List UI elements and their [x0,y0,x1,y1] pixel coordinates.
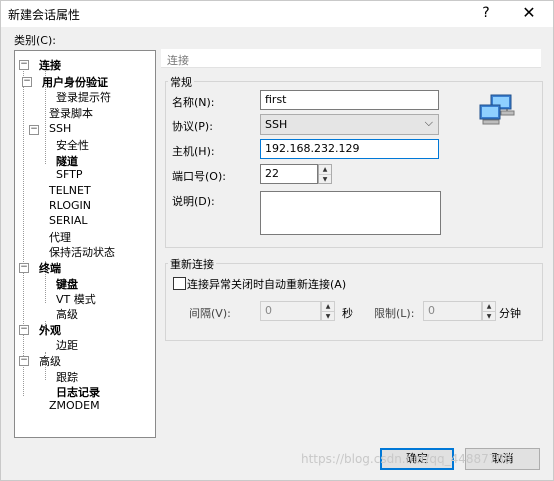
tree-item[interactable]: 日志记录 [56,384,100,400]
tree-item[interactable]: 高级 [56,306,78,322]
tree-item[interactable]: 登录提示符 [56,89,111,105]
tree-connector [23,63,24,396]
protocol-select[interactable]: SSH ⌵ [260,114,439,135]
tree-collapse-icon[interactable]: − [19,356,29,366]
window-title: 新建会话属性 [8,8,81,22]
tree-collapse-icon[interactable]: − [19,325,29,335]
section-header-title: 连接 [167,54,189,67]
limit-label: 限制(L): [374,307,415,320]
tree-item[interactable]: 边距 [56,337,78,353]
auto-reconnect-label[interactable]: 连接异常关闭时自动重新连接(A) [187,276,346,292]
minutes-label: 分钟 [499,307,521,320]
spin-down-icon[interactable]: ▼ [322,311,334,321]
tree-collapse-icon[interactable]: − [19,263,29,273]
section-header: 连接 [161,49,541,68]
reconnect-group-title: 重新连接 [168,256,216,272]
name-field[interactable]: first [260,90,439,110]
limit-field[interactable]: 0 [423,301,482,321]
tree-item[interactable]: 登录脚本 [49,105,93,121]
tree-item[interactable]: 代理 [49,229,71,245]
name-label: 名称(N): [172,96,215,109]
limit-spinner[interactable]: ▲ ▼ [482,301,496,321]
help-button[interactable]: ? [471,1,501,27]
spin-down-icon[interactable]: ▼ [319,174,331,184]
general-group-title: 常规 [168,74,194,90]
tree-item[interactable]: SERIAL [49,214,87,227]
tree-item[interactable]: TELNET [49,184,91,197]
spin-up-icon[interactable]: ▲ [322,302,334,311]
tree-item[interactable]: 安全性 [56,137,89,153]
interval-field[interactable]: 0 [260,301,321,321]
seconds-label: 秒 [342,307,353,320]
port-label: 端口号(O): [172,170,226,183]
network-computers-icon [479,94,515,125]
tree-item[interactable]: 终端 [39,260,61,276]
tree-item[interactable]: 隧道 [56,153,78,169]
tree-collapse-icon[interactable]: − [29,125,39,135]
dialog-window: 新建会话属性 ? ✕ 类别(C): − 连接 − 用户身份验证 登录提示符 登录脚本 − SS… [0,0,554,481]
tree-item[interactable]: 跟踪 [56,369,78,385]
category-label: 类别(C): [14,34,56,47]
close-button[interactable]: ✕ [506,1,552,27]
port-field[interactable]: 22 [260,164,318,184]
tree-item[interactable]: 键盘 [56,276,78,292]
spin-down-icon[interactable]: ▼ [483,311,495,321]
auto-reconnect-checkbox[interactable] [173,277,186,290]
interval-spinner[interactable]: ▲ ▼ [321,301,335,321]
tree-item[interactable]: 保持活动状态 [49,244,115,260]
tree-item[interactable]: RLOGIN [49,199,91,212]
protocol-value: SSH [265,118,288,131]
tree-item[interactable]: 高级 [39,353,61,369]
description-label: 说明(D): [172,195,215,208]
title-bar: 新建会话属性 ? ✕ [1,1,553,27]
description-field[interactable] [260,191,441,235]
tree-item[interactable]: SFTP [56,168,82,181]
tree-item[interactable]: 连接 [39,57,61,73]
chevron-down-icon: ⌵ [424,116,433,129]
protocol-label: 协议(P): [172,120,213,133]
tree-collapse-icon[interactable]: − [19,60,29,70]
tree-item[interactable]: SSH [49,122,71,135]
watermark: https://blog.csdn.net/qq_44887788 [301,452,512,466]
tree-item[interactable]: VT 模式 [56,291,96,307]
tree-item[interactable]: 用户身份验证 [42,74,108,90]
host-field[interactable]: 192.168.232.129 [260,139,439,159]
interval-label: 间隔(V): [189,307,231,320]
port-spinner[interactable]: ▲ ▼ [318,164,332,184]
spin-up-icon[interactable]: ▲ [319,165,331,174]
tree-item[interactable]: ZMODEM [49,399,100,412]
tree-item[interactable]: 外观 [39,322,61,338]
category-tree[interactable]: − 连接 − 用户身份验证 登录提示符 登录脚本 − SSH 安全性 隧道 SFTP TELNET RL… [14,50,156,438]
tree-collapse-icon[interactable]: − [22,77,32,87]
host-label: 主机(H): [172,145,215,158]
spin-up-icon[interactable]: ▲ [483,302,495,311]
